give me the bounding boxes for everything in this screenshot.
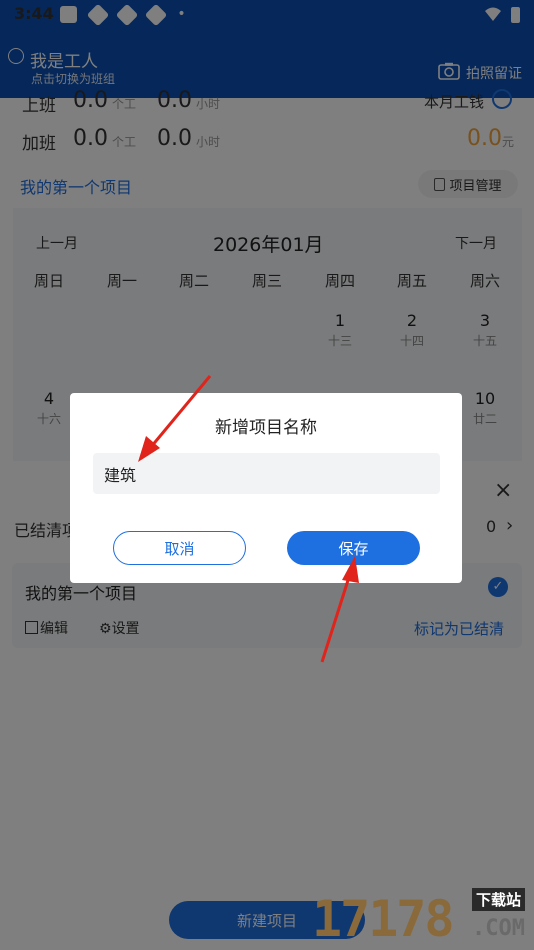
arrow-head bbox=[342, 556, 359, 583]
watermark-number: 17178 bbox=[312, 890, 455, 948]
watermark-suffix: .COM bbox=[472, 916, 525, 941]
arrow-line bbox=[149, 375, 212, 448]
watermark-tag: 下载站 bbox=[472, 888, 526, 911]
annotation-arrows bbox=[138, 375, 359, 663]
arrow-line bbox=[320, 573, 352, 663]
site-watermark: 17178 下载站 .COM bbox=[312, 888, 534, 950]
